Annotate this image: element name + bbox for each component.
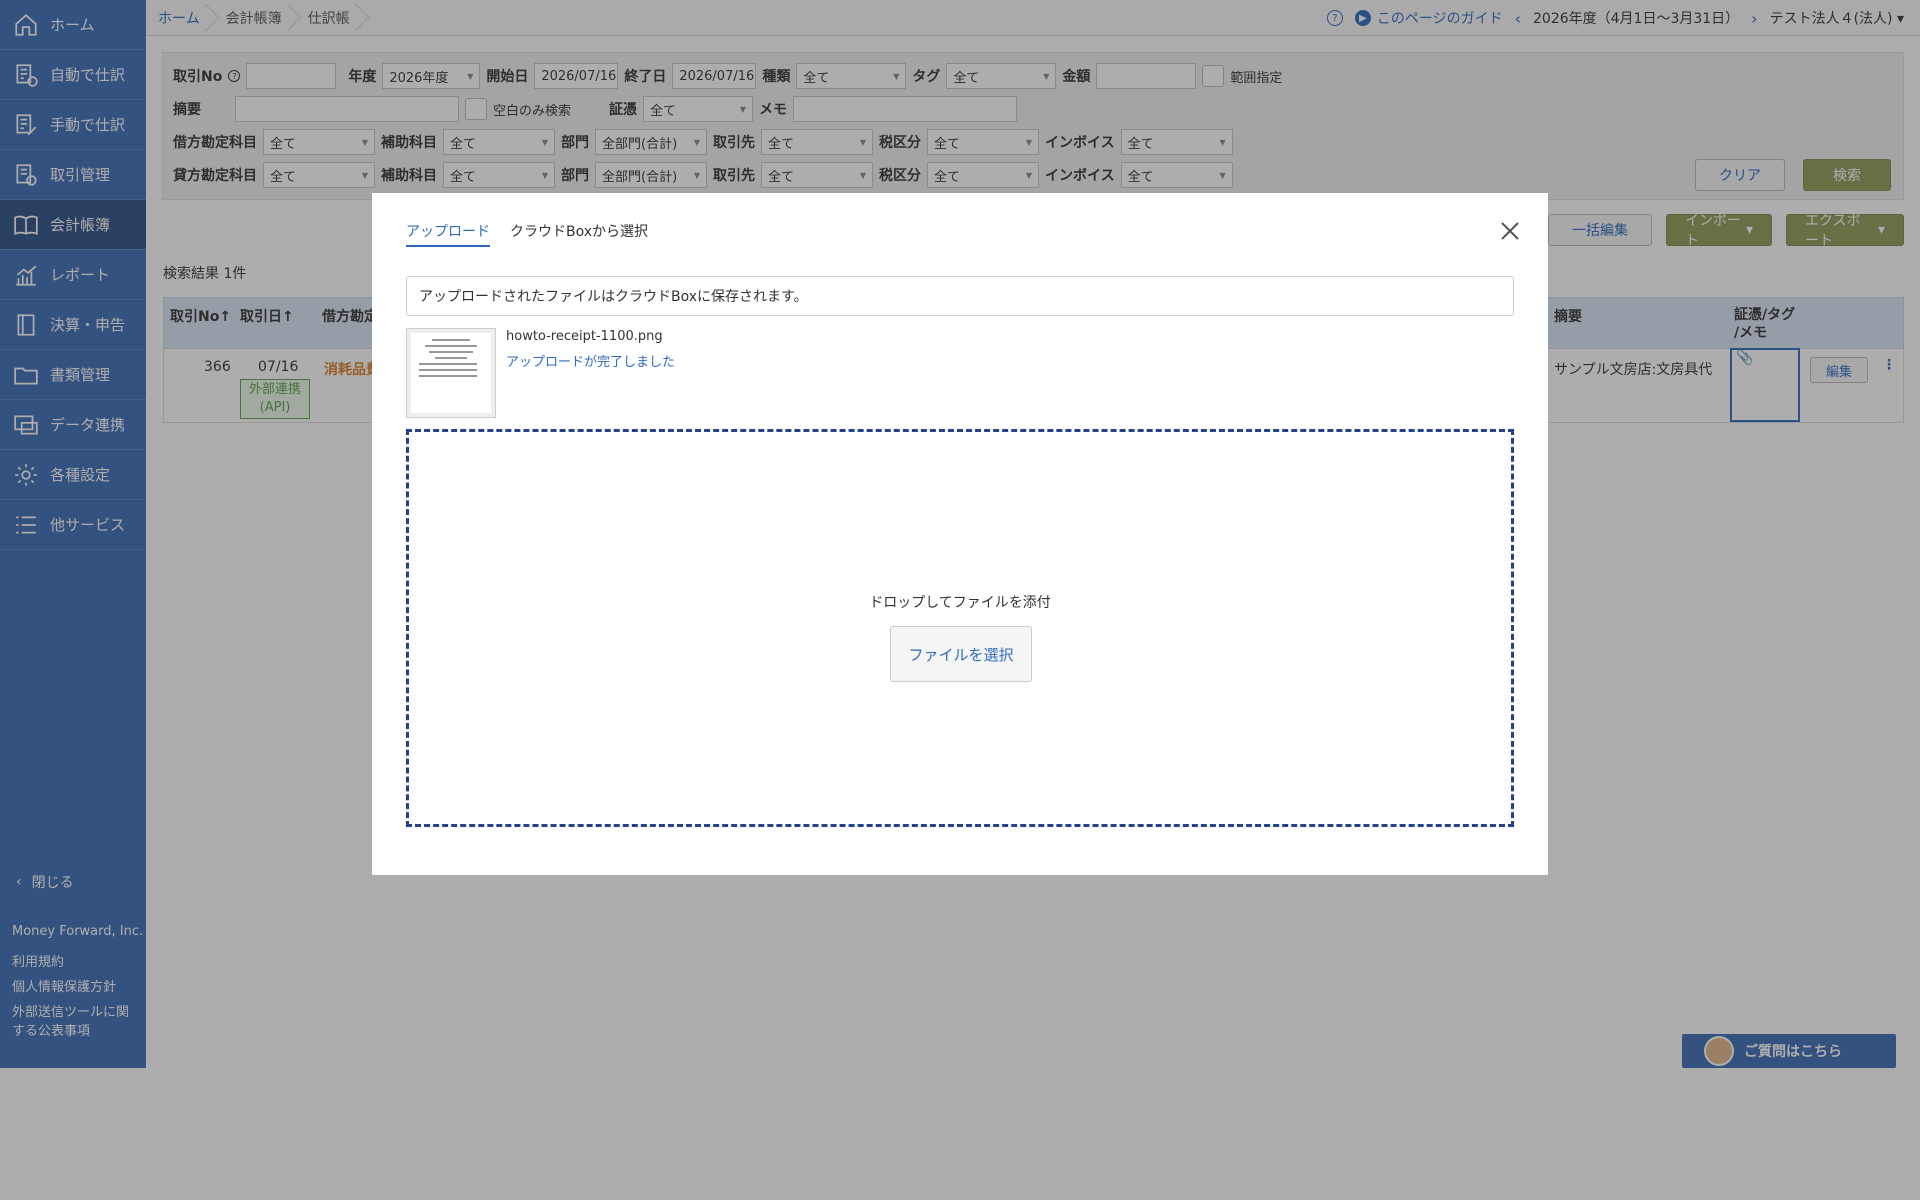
tab-cloud-box[interactable]: クラウドBoxから選択: [510, 221, 648, 247]
select-file-button[interactable]: ファイルを選択: [890, 626, 1032, 682]
close-icon[interactable]: [1498, 219, 1522, 243]
drop-zone[interactable]: ドロップしてファイルを添付 ファイルを選択: [406, 429, 1514, 827]
drop-text: ドロップしてファイルを添付: [869, 595, 1051, 611]
file-thumbnail: [406, 328, 496, 418]
tab-upload[interactable]: アップロード: [406, 221, 490, 247]
modal-tabs: アップロード クラウドBoxから選択: [406, 221, 648, 247]
receipt-preview: [411, 333, 491, 413]
file-name: howto-receipt-1100.png: [506, 329, 663, 344]
upload-status: アップロードが完了しました: [506, 355, 676, 370]
upload-modal: アップロード クラウドBoxから選択 アップロードされたファイルはクラウドBox…: [372, 193, 1548, 875]
upload-notice: アップロードされたファイルはクラウドBoxに保存されます。: [406, 276, 1514, 316]
